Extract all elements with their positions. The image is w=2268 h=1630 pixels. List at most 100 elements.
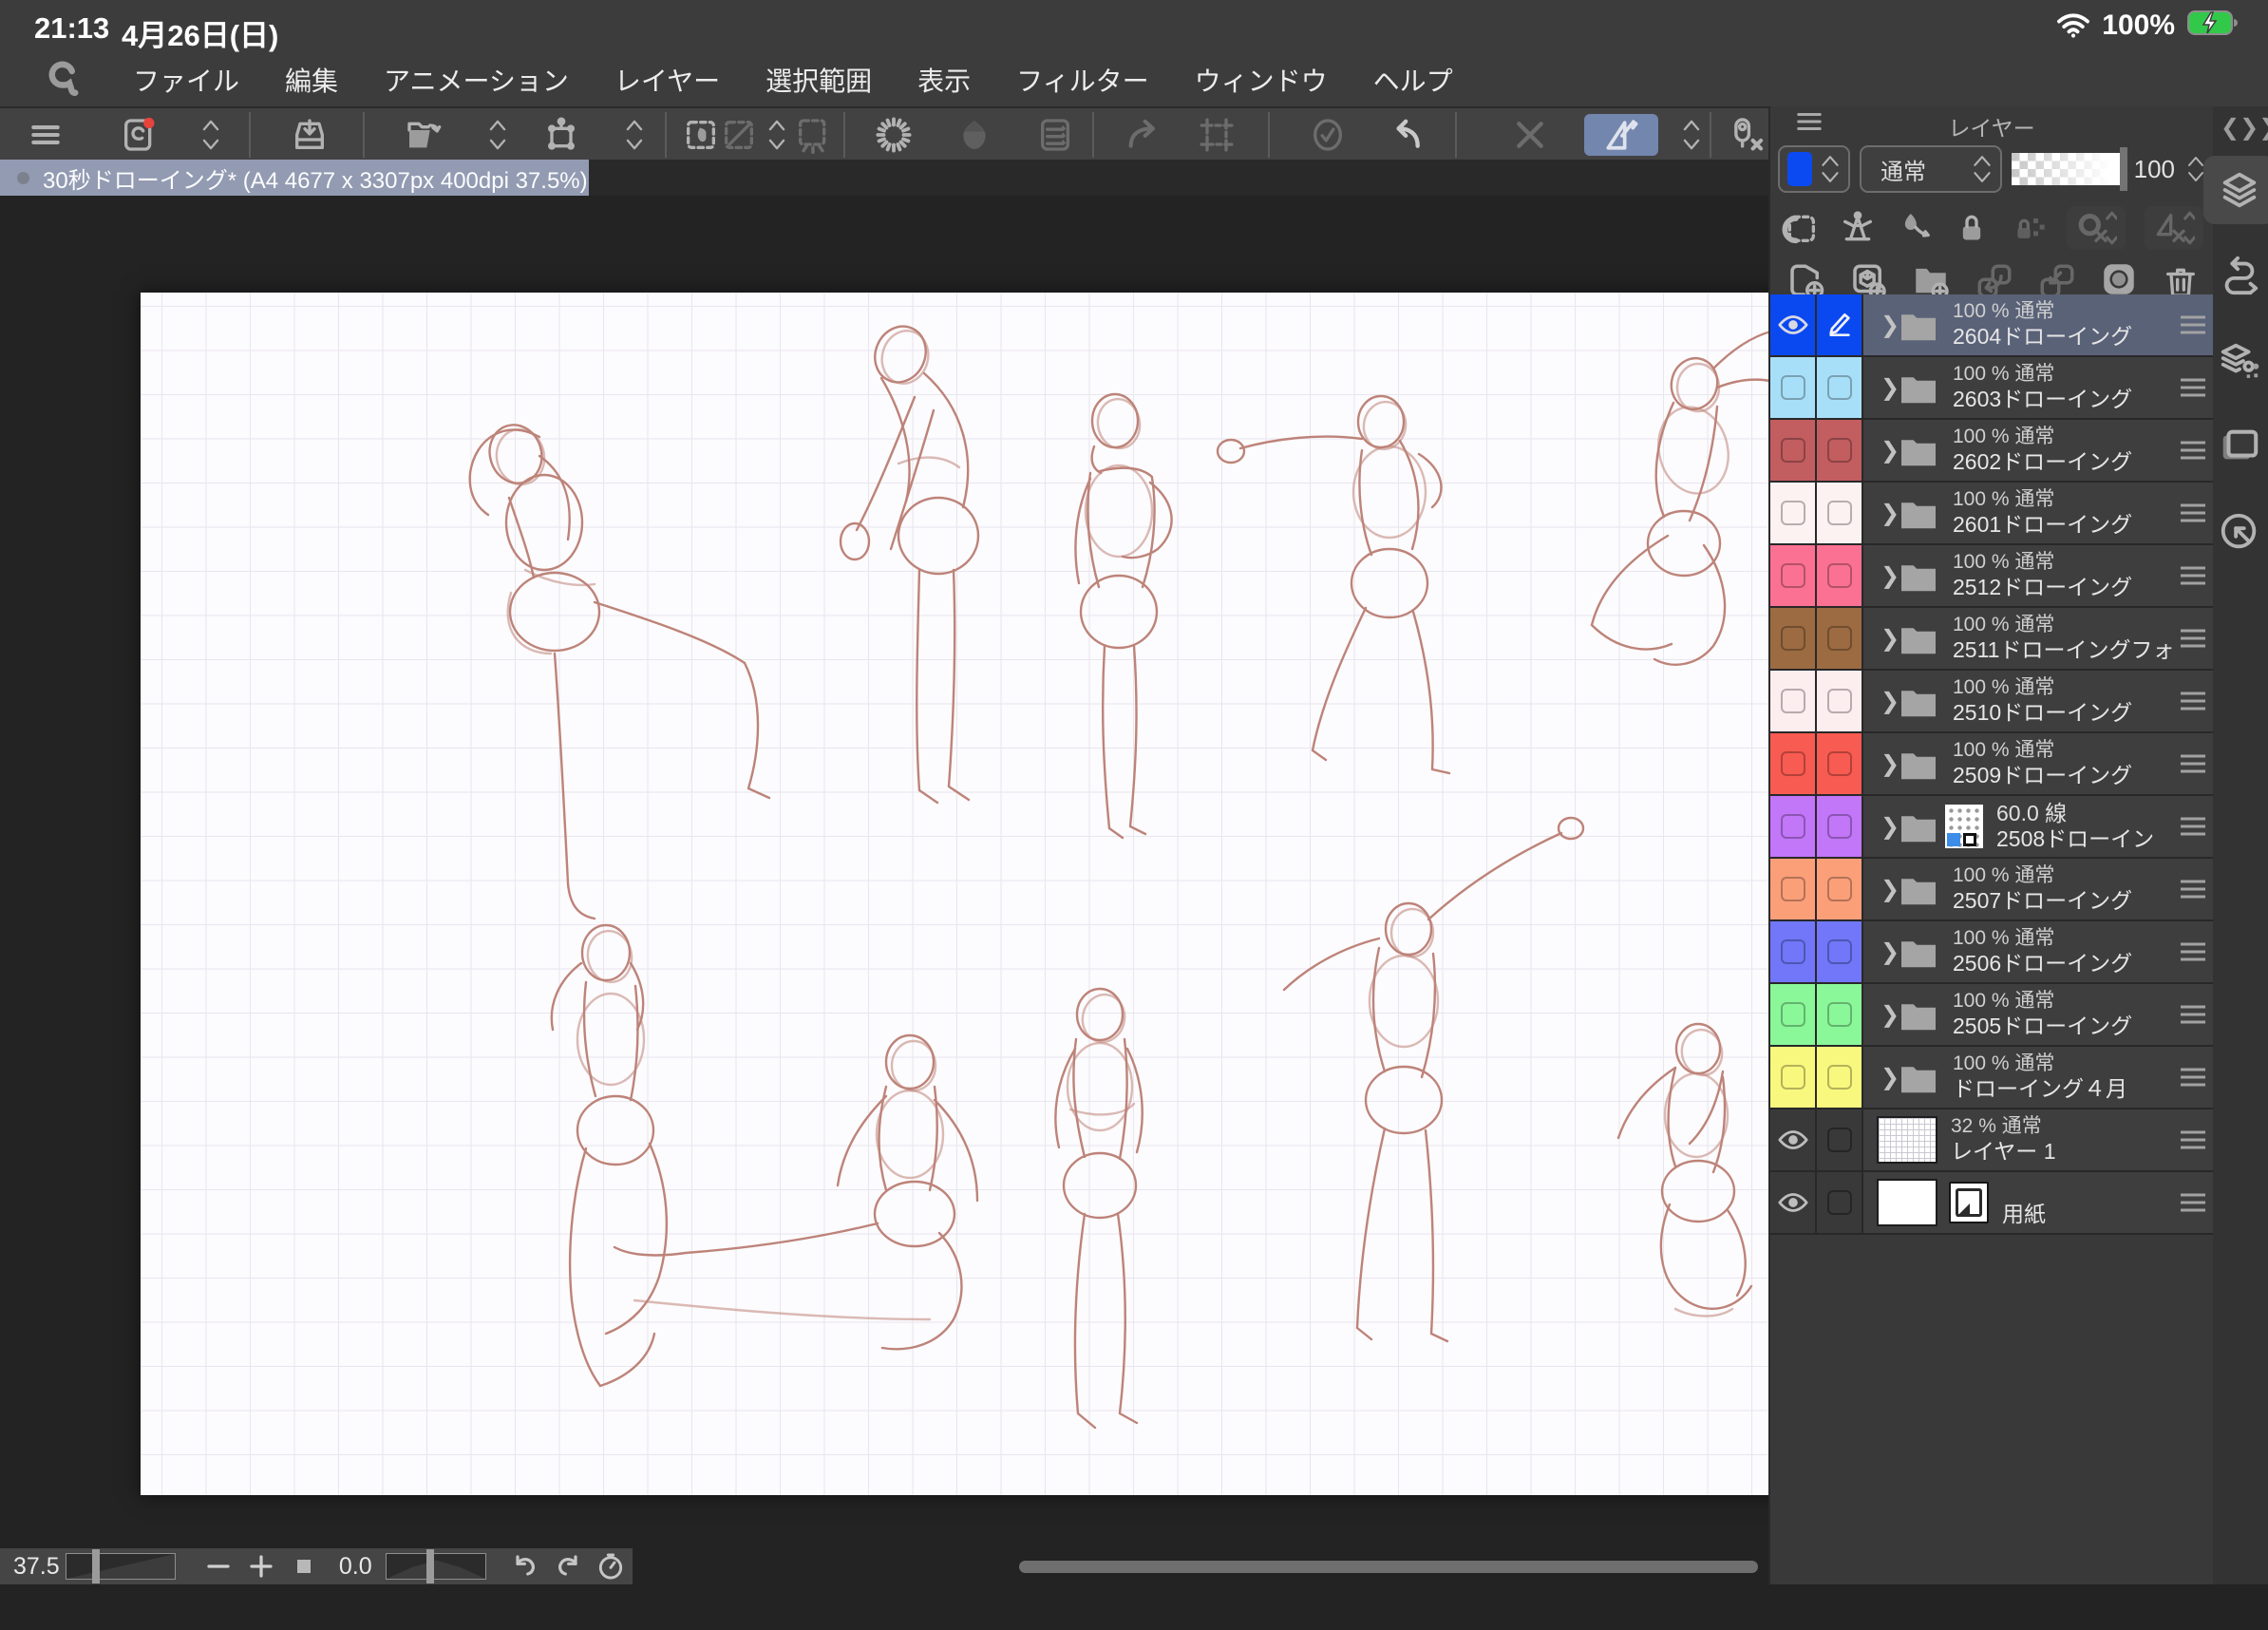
layer-visible-toggle[interactable] <box>1770 1047 1817 1108</box>
snap-select-palette-tab[interactable] <box>2203 498 2268 566</box>
layer-options-icon[interactable] <box>2181 500 2205 527</box>
menu-help[interactable]: ヘルプ <box>1373 61 1453 99</box>
layer-edit-toggle[interactable] <box>1817 357 1863 418</box>
save-export-icon[interactable] <box>285 114 334 156</box>
zoom-slider[interactable] <box>66 1549 177 1583</box>
layer-visible-toggle[interactable] <box>1770 608 1817 669</box>
menu-animation[interactable]: アニメーション <box>384 61 569 99</box>
layer-options-icon[interactable] <box>2181 1001 2205 1029</box>
layer-visible-toggle[interactable] <box>1770 357 1817 418</box>
layer-row[interactable]: ❯ 100 % 通常 2511ドローイングフォ <box>1770 608 2215 671</box>
clip-studio-logo-icon[interactable] <box>38 52 87 106</box>
menu-layer[interactable]: レイヤー <box>614 61 720 99</box>
rotate-right-button[interactable] <box>547 1550 590 1583</box>
layer-edit-toggle[interactable] <box>1817 608 1863 669</box>
rotation-slider-handle[interactable] <box>425 1549 434 1583</box>
layer-visible-toggle[interactable] <box>1770 1109 1817 1170</box>
opacity-value[interactable]: 100 <box>2134 155 2175 184</box>
layer-visible-toggle[interactable] <box>1770 859 1817 919</box>
auto-action-palette-tab[interactable] <box>2203 241 2268 310</box>
layer-edit-toggle[interactable] <box>1817 545 1863 606</box>
layers-palette-tab[interactable] <box>2203 156 2268 224</box>
layer-edit-toggle[interactable] <box>1817 671 1863 731</box>
main-menu-icon[interactable] <box>21 114 70 156</box>
menu-selection[interactable]: 選択範囲 <box>765 61 872 99</box>
layer-property-palette-tab[interactable] <box>2203 327 2268 395</box>
confirm-check-icon[interactable] <box>1303 114 1352 156</box>
rotation-value[interactable]: 0.0 <box>339 1553 386 1581</box>
layer-edit-toggle[interactable] <box>1817 796 1863 857</box>
layer-edit-toggle[interactable] <box>1817 1109 1863 1170</box>
layer-row[interactable]: 用紙 <box>1770 1172 2215 1235</box>
layer-edit-target-icon[interactable] <box>1817 294 1863 355</box>
expand-chevron-icon[interactable]: ❯ <box>1881 876 1899 903</box>
lock-transparent-pixels-icon[interactable] <box>2010 209 2048 247</box>
stylus-pressure-icon[interactable] <box>1721 114 1770 156</box>
layer-row[interactable]: ❯ 100 % 通常 2510ドローイング <box>1770 671 2215 733</box>
layer-edit-toggle[interactable] <box>1817 1172 1863 1233</box>
menu-window[interactable]: ウィンドウ <box>1195 61 1328 99</box>
opacity-slider-handle[interactable] <box>2119 147 2127 191</box>
layer-options-icon[interactable] <box>2181 437 2205 464</box>
reset-view-timer-icon[interactable] <box>590 1550 633 1583</box>
layer-options-icon[interactable] <box>2181 625 2205 653</box>
layer-visible-toggle[interactable] <box>1770 921 1817 982</box>
layer-options-icon[interactable] <box>2181 1064 2205 1091</box>
layer-order-icon[interactable] <box>1030 114 1080 156</box>
quick-mask-icon[interactable] <box>788 114 838 156</box>
layer-visible-toggle[interactable] <box>1770 545 1817 606</box>
zoom-out-button[interactable] <box>197 1550 239 1583</box>
layer-options-icon[interactable] <box>2181 312 2205 339</box>
zoom-in-button[interactable] <box>239 1550 282 1583</box>
document-tab[interactable]: 30秒ドローイング* (A4 4677 x 3307px 400dpi 37.5… <box>0 160 589 196</box>
expand-chevron-icon[interactable]: ❯ <box>1881 562 1899 590</box>
layer-row[interactable]: ❯ 100 % 通常 2505ドローイング <box>1770 984 2215 1047</box>
layer-options-icon[interactable] <box>2181 750 2205 778</box>
sub-view-palette-tab[interactable] <box>2203 412 2268 481</box>
expand-chevron-icon[interactable]: ❯ <box>1881 813 1899 841</box>
layer-options-icon[interactable] <box>2181 1189 2205 1217</box>
layer-row[interactable]: ❯ 100 % 通常 ドローイング４月 <box>1770 1047 2215 1109</box>
opacity-slider[interactable] <box>2012 147 2127 191</box>
canvas-page[interactable] <box>141 293 1787 1495</box>
expand-chevron-icon[interactable]: ❯ <box>1881 625 1899 653</box>
open-switch-updown-icon[interactable] <box>473 114 522 156</box>
layer-color-spinner[interactable] <box>1812 155 1848 183</box>
layer-visible-toggle[interactable] <box>1770 420 1817 481</box>
tool-switch-updown-icon[interactable] <box>186 114 236 156</box>
layer-row[interactable]: ❯ 100 % 通常 2603ドローイング <box>1770 357 2215 420</box>
frame-border-icon[interactable] <box>1192 114 1241 156</box>
expand-chevron-icon[interactable]: ❯ <box>1881 688 1899 715</box>
reference-layer-icon[interactable] <box>1839 209 1877 247</box>
open-file-icon[interactable] <box>399 114 448 156</box>
zoom-slider-handle[interactable] <box>92 1549 101 1583</box>
snap-ruler-pen-tool-icon[interactable] <box>1584 114 1658 156</box>
blend-mode-spinner[interactable] <box>1964 155 2000 183</box>
layer-edit-toggle[interactable] <box>1817 921 1863 982</box>
fit-screen-button[interactable] <box>283 1550 326 1583</box>
layer-visible-toggle[interactable] <box>1770 294 1817 355</box>
expand-chevron-icon[interactable]: ❯ <box>1881 938 1899 966</box>
rotate-left-button[interactable] <box>503 1550 546 1583</box>
horizontal-scrollbar[interactable] <box>1019 1561 1758 1573</box>
layer-edit-toggle[interactable] <box>1817 483 1863 543</box>
zoom-value[interactable]: 37.5 <box>13 1553 66 1581</box>
layer-row[interactable]: ❯ 100 % 通常 2604ドローイング <box>1770 294 2215 357</box>
layer-options-icon[interactable] <box>2181 1127 2205 1154</box>
clip-to-layer-below-icon[interactable] <box>1782 209 1820 247</box>
dock-expand-icon[interactable]: ❯❯ <box>2240 114 2268 142</box>
undo-icon[interactable] <box>1382 114 1431 156</box>
layer-edit-toggle[interactable] <box>1817 420 1863 481</box>
layer-visible-toggle[interactable] <box>1770 733 1817 794</box>
transform-frame-icon[interactable] <box>537 114 586 156</box>
blend-eraser-icon[interactable] <box>950 114 999 156</box>
canvas-area[interactable] <box>0 196 1787 1548</box>
expand-chevron-icon[interactable]: ❯ <box>1881 500 1899 527</box>
expand-chevron-icon[interactable]: ❯ <box>1881 437 1899 464</box>
layer-visible-toggle[interactable] <box>1770 483 1817 543</box>
layer-edit-toggle[interactable] <box>1817 984 1863 1045</box>
enable-reference-toggle-icon[interactable] <box>2067 206 2126 250</box>
rotation-slider[interactable] <box>386 1549 487 1583</box>
layer-row[interactable]: ❯ 100 % 通常 2506ドローイング <box>1770 921 2215 984</box>
dock-collapse-icon[interactable]: ❮ <box>2221 114 2240 142</box>
